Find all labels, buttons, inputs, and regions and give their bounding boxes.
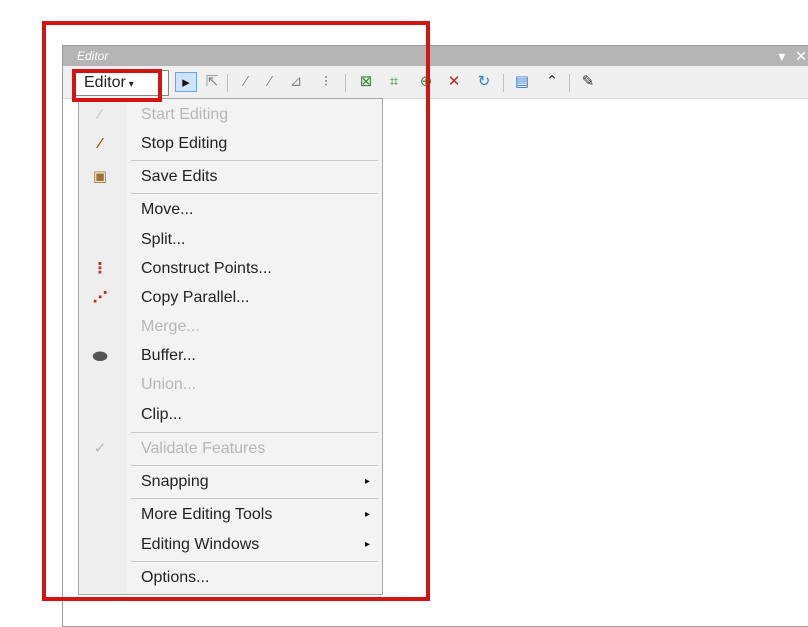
editor-menu-label: Editor (84, 74, 126, 91)
menu-item-label: Validate Features (141, 440, 266, 457)
edit-annotation-tool-icon[interactable]: ⇱ (201, 72, 223, 92)
close-icon[interactable]: ✕ (795, 48, 807, 64)
toolbar-separator (503, 74, 504, 92)
editor-toolbar: Editor ▾ ▸ ⇱ ⁄ ⁄ ⊿ ⁝ ⊠ ⌗ ⊕ ✕ ↻ ▤ ⌃ ✎ (63, 66, 808, 99)
attributes-icon[interactable]: ▤ (511, 72, 533, 92)
menu-item-label: Start Editing (141, 106, 229, 123)
menu-separator (131, 498, 378, 499)
window-title: Editor (77, 49, 109, 63)
sketch-properties-icon[interactable]: ⌃ (541, 72, 563, 92)
submenu-arrow-icon: ▸ (364, 476, 370, 487)
menu-item-label: Split... (141, 231, 186, 248)
pencil-icon: ⁄ (98, 106, 102, 123)
menu-item-buffer[interactable]: ⬬ Buffer... (79, 342, 382, 370)
menu-item-more-editing-tools[interactable]: More Editing Tools ▸ (79, 501, 382, 529)
rotate-tool-icon[interactable]: ↻ (473, 72, 495, 92)
reshape-feature-icon[interactable]: ⌗ (383, 72, 405, 92)
construct-points-icon: ⋮ (92, 260, 108, 277)
menu-item-options[interactable]: Options... (79, 564, 382, 592)
menu-item-label: Merge... (141, 318, 200, 335)
menu-item-validate-features[interactable]: ✓ Validate Features (79, 435, 382, 463)
editor-menu-button[interactable]: Editor ▾ (73, 70, 169, 96)
menu-item-label: Copy Parallel... (141, 289, 250, 306)
straight-segment-icon[interactable]: ⁄ (235, 72, 257, 92)
menu-item-merge[interactable]: Merge... (79, 313, 382, 341)
toolbar-separator (345, 74, 346, 92)
split-tool-icon[interactable]: ✕ (443, 72, 465, 92)
menu-item-label: Move... (141, 201, 194, 218)
menu-item-label: Editing Windows (141, 536, 260, 553)
toolbar-separator (569, 74, 570, 92)
copy-parallel-icon: ⋰ (92, 289, 108, 306)
menu-item-label: Options... (141, 569, 210, 586)
menu-item-label: Union... (141, 376, 197, 393)
buffer-icon: ⬬ (92, 346, 108, 366)
menu-item-union[interactable]: Union... (79, 371, 382, 399)
dropdown-icon[interactable]: ▾ (778, 48, 785, 64)
menu-item-label: More Editing Tools (141, 506, 273, 523)
menu-item-move[interactable]: Move... (79, 196, 382, 224)
submenu-arrow-icon: ▸ (364, 509, 370, 520)
window-titlebar: Editor ▾ ✕ (63, 46, 808, 66)
menu-item-construct-points[interactable]: ⋮ Construct Points... (79, 255, 382, 283)
stop-editing-icon: ⁄ (98, 135, 102, 152)
menu-item-split[interactable]: Split... (79, 226, 382, 254)
menu-separator (131, 160, 378, 161)
menu-item-label: Buffer... (141, 347, 196, 364)
menu-item-copy-parallel[interactable]: ⋰ Copy Parallel... (79, 284, 382, 312)
end-point-arc-icon[interactable]: ⁄ (259, 72, 281, 92)
edit-vertices-icon[interactable]: ⊠ (355, 72, 377, 92)
menu-item-snapping[interactable]: Snapping ▸ (79, 468, 382, 496)
menu-item-label: Save Edits (141, 168, 218, 185)
menu-item-label: Construct Points... (141, 260, 272, 277)
trace-icon[interactable]: ⊿ (285, 72, 307, 92)
submenu-arrow-icon: ▸ (364, 539, 370, 550)
menu-item-stop-editing[interactable]: ⁄ Stop Editing (79, 130, 382, 158)
menu-item-start-editing[interactable]: ⁄ Start Editing (79, 101, 382, 129)
menu-item-label: Stop Editing (141, 135, 228, 152)
save-edits-icon: ▣ (92, 168, 108, 185)
chevron-down-icon: ▾ (128, 79, 134, 90)
create-features-icon[interactable]: ✎ (577, 72, 599, 92)
menu-separator (131, 561, 378, 562)
menu-item-label: Clip... (141, 406, 182, 423)
menu-separator (131, 193, 378, 194)
menu-item-clip[interactable]: Clip... (79, 401, 382, 429)
edit-tool-icon[interactable]: ▸ (175, 72, 197, 92)
cut-polygons-icon[interactable]: ⊕ (415, 72, 437, 92)
toolbar-separator (227, 74, 228, 92)
menu-item-save-edits[interactable]: ▣ Save Edits (79, 163, 382, 191)
editor-dropdown-menu: ⁄ Start Editing ⁄ Stop Editing ▣ Save Ed… (78, 98, 383, 595)
menu-item-label: Snapping (141, 473, 209, 490)
menu-separator (131, 465, 378, 466)
validate-features-icon: ✓ (93, 440, 107, 457)
menu-item-editing-windows[interactable]: Editing Windows ▸ (79, 531, 382, 559)
point-icon[interactable]: ⁝ (315, 72, 337, 92)
menu-separator (131, 432, 378, 433)
